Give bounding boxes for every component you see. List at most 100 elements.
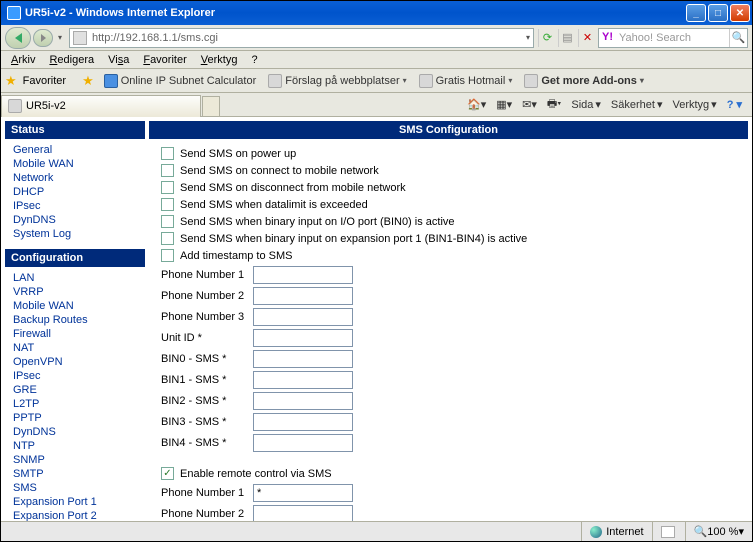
chk-remote[interactable]	[161, 467, 174, 480]
feeds-button[interactable]: ▦▾	[492, 95, 516, 115]
page-icon	[73, 31, 87, 45]
lbl-disconnect: Send SMS on disconnect from mobile netwo…	[180, 182, 406, 194]
sidebar-item-l2tp[interactable]: L2TP	[13, 397, 145, 411]
refresh-button[interactable]: ⟳	[538, 29, 556, 47]
sidebar-item-vrrp[interactable]: VRRP	[13, 285, 145, 299]
tab-current[interactable]: UR5i-v2	[1, 95, 201, 117]
site-icon	[268, 74, 282, 88]
sidebar-item-backup[interactable]: Backup Routes	[13, 313, 145, 327]
sidebar-head-config: Configuration	[5, 249, 145, 267]
favorite-hotmail[interactable]: Gratis Hotmail▾	[415, 73, 517, 89]
input-rpn1[interactable]	[253, 484, 353, 502]
sidebar-item-firewall[interactable]: Firewall	[13, 327, 145, 341]
sidebar-item-ipsec[interactable]: IPsec	[13, 199, 145, 213]
menu-arkiv[interactable]: Arkiv	[5, 53, 41, 67]
sidebar: Status General Mobile WAN Network DHCP I…	[5, 121, 145, 517]
status-zoom[interactable]: 🔍 100 % ▾	[685, 522, 752, 541]
menu-verktyg[interactable]: Verktyg	[195, 53, 244, 67]
favorite-addons[interactable]: Get more Add-ons▾	[520, 73, 648, 89]
site-icon	[419, 74, 433, 88]
menu-help[interactable]: ?	[245, 53, 263, 67]
chk-powerup[interactable]	[161, 147, 174, 160]
lbl-b0: BIN0 - SMS *	[161, 353, 253, 365]
favorite-suggested[interactable]: Förslag på webbplatser▾	[264, 73, 410, 89]
main-panel: SMS Configuration Send SMS on power up S…	[149, 121, 748, 517]
input-unit[interactable]	[253, 329, 353, 347]
status-zone: Internet	[581, 522, 651, 541]
navigation-toolbar: http://192.168.1.1/sms.cgi ⟳ ▤ ✕ Y! Yaho…	[1, 25, 752, 51]
chk-connect[interactable]	[161, 164, 174, 177]
input-pn3[interactable]	[253, 308, 353, 326]
tab-icon	[8, 99, 22, 113]
sidebar-item-ntp[interactable]: NTP	[13, 439, 145, 453]
menu-redigera[interactable]: Redigera	[43, 53, 100, 67]
input-b2[interactable]	[253, 392, 353, 410]
sidebar-item-network[interactable]: Network	[13, 171, 145, 185]
home-button[interactable]: 🏠▾	[463, 95, 490, 115]
input-b3[interactable]	[253, 413, 353, 431]
sidebar-item-exp2[interactable]: Expansion Port 2	[13, 509, 145, 521]
menu-favoriter[interactable]: Favoriter	[137, 53, 192, 67]
chk-binexp[interactable]	[161, 232, 174, 245]
address-bar[interactable]: http://192.168.1.1/sms.cgi	[69, 28, 534, 48]
page-menu[interactable]: Sida ▾	[567, 95, 605, 115]
sidebar-status-links: General Mobile WAN Network DHCP IPsec Dy…	[5, 139, 145, 249]
new-tab-button[interactable]	[202, 96, 220, 116]
sidebar-item-systemlog[interactable]: System Log	[13, 227, 145, 241]
sidebar-item-exp1[interactable]: Expansion Port 1	[13, 495, 145, 509]
forward-button[interactable]	[33, 29, 53, 47]
sidebar-item-gre[interactable]: GRE	[13, 383, 145, 397]
maximize-button[interactable]: □	[708, 4, 728, 22]
back-button[interactable]	[5, 27, 31, 49]
input-rpn2[interactable]	[253, 505, 353, 521]
chk-timestamp[interactable]	[161, 249, 174, 262]
favorites-label[interactable]: Favoriter	[23, 75, 66, 87]
help-button[interactable]: ? ▾	[723, 95, 746, 115]
print-button[interactable]: 🖶▾	[543, 95, 565, 115]
input-b1[interactable]	[253, 371, 353, 389]
minimize-button[interactable]: _	[686, 4, 706, 22]
tab-strip: UR5i-v2 🏠▾ ▦▾ ✉▾ 🖶▾ Sida ▾ Säkerhet ▾ Ve…	[1, 93, 752, 117]
command-bar: 🏠▾ ▦▾ ✉▾ 🖶▾ Sida ▾ Säkerhet ▾ Verktyg ▾ …	[463, 95, 752, 115]
sidebar-item-mobilewan[interactable]: Mobile WAN	[13, 157, 145, 171]
close-button[interactable]: ✕	[730, 4, 750, 22]
tab-title: UR5i-v2	[26, 100, 66, 112]
stop-button[interactable]: ✕	[578, 29, 596, 47]
arrow-right-icon	[41, 34, 46, 42]
sidebar-item-mwan2[interactable]: Mobile WAN	[13, 299, 145, 313]
input-b4[interactable]	[253, 434, 353, 452]
window-titlebar: UR5i-v2 - Windows Internet Explorer _ □ …	[1, 1, 752, 25]
address-text: http://192.168.1.1/sms.cgi	[90, 32, 523, 44]
sidebar-item-dhcp[interactable]: DHCP	[13, 185, 145, 199]
sidebar-item-snmp[interactable]: SNMP	[13, 453, 145, 467]
chk-datalimit[interactable]	[161, 198, 174, 211]
safety-menu[interactable]: Säkerhet ▾	[607, 95, 667, 115]
address-dropdown[interactable]	[523, 33, 533, 42]
site-icon	[104, 74, 118, 88]
input-pn1[interactable]	[253, 266, 353, 284]
tools-menu[interactable]: Verktyg ▾	[668, 95, 720, 115]
sidebar-item-ipsec2[interactable]: IPsec	[13, 369, 145, 383]
history-dropdown[interactable]	[55, 33, 65, 42]
chk-disconnect[interactable]	[161, 181, 174, 194]
sidebar-item-dyndns[interactable]: DynDNS	[13, 213, 145, 227]
menu-visa[interactable]: Visa	[102, 53, 135, 67]
search-go-button[interactable]: 🔍	[729, 29, 747, 47]
sidebar-item-nat[interactable]: NAT	[13, 341, 145, 355]
sidebar-item-lan[interactable]: LAN	[13, 271, 145, 285]
search-placeholder: Yahoo! Search	[619, 32, 729, 44]
sidebar-item-sms[interactable]: SMS	[13, 481, 145, 495]
sidebar-item-pptp[interactable]: PPTP	[13, 411, 145, 425]
lbl-rpn2: Phone Number 2	[161, 508, 253, 520]
sidebar-item-smtp[interactable]: SMTP	[13, 467, 145, 481]
input-b0[interactable]	[253, 350, 353, 368]
input-pn2[interactable]	[253, 287, 353, 305]
sidebar-item-general[interactable]: General	[13, 143, 145, 157]
sidebar-item-dyndns2[interactable]: DynDNS	[13, 425, 145, 439]
mail-button[interactable]: ✉▾	[518, 95, 541, 115]
search-box[interactable]: Y! Yahoo! Search 🔍	[598, 28, 748, 48]
sidebar-item-openvpn[interactable]: OpenVPN	[13, 355, 145, 369]
chk-bin0[interactable]	[161, 215, 174, 228]
compat-button[interactable]: ▤	[558, 29, 576, 47]
favorite-ipcalc[interactable]: Online IP Subnet Calculator	[100, 73, 261, 89]
